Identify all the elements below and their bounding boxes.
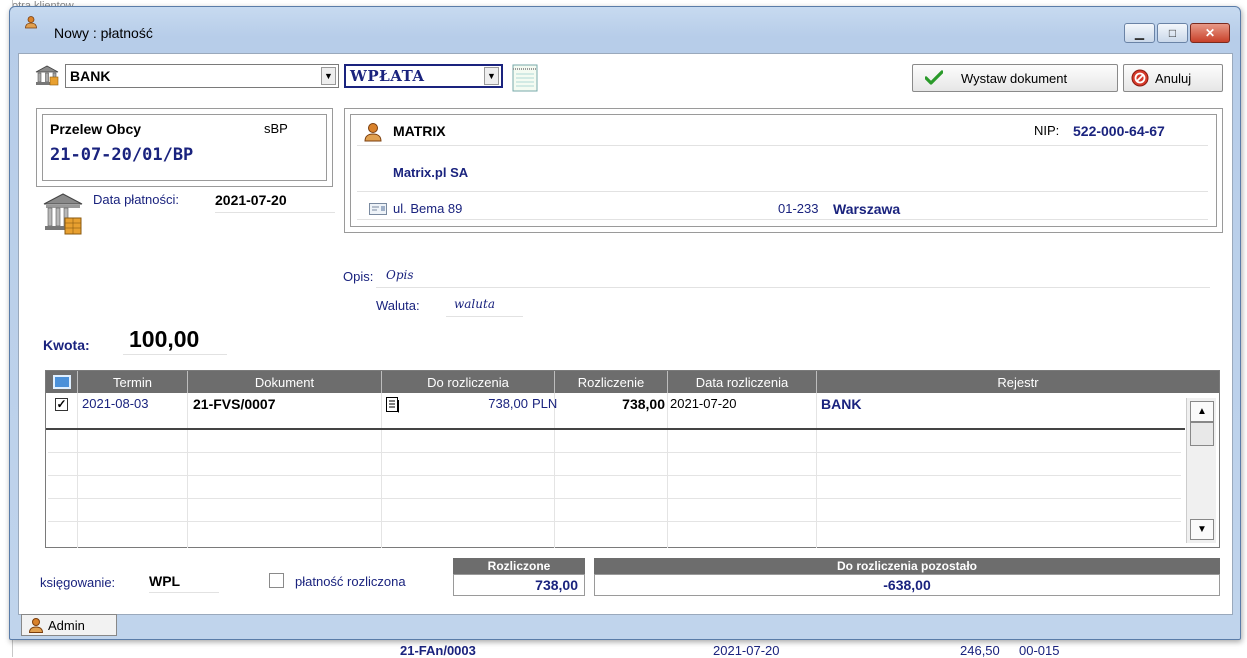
settlements-table: Termin Dokument Do rozliczenia Rozliczen… bbox=[45, 370, 1220, 548]
close-button[interactable]: ✕ bbox=[1190, 23, 1230, 43]
street-field[interactable]: ul. Bema 89 bbox=[393, 201, 462, 216]
row-data-rozliczenia: 2021-07-20 bbox=[670, 396, 737, 411]
column-header-rozliczenie[interactable]: Rozliczenie bbox=[555, 371, 668, 393]
cancel-button[interactable]: Anuluj bbox=[1123, 64, 1223, 92]
contractor-full-name[interactable]: Matrix.pl SA bbox=[393, 165, 468, 180]
issue-document-label: Wystaw dokument bbox=[961, 70, 1068, 86]
account-select-value: BANK bbox=[70, 68, 111, 84]
row-rejestr: BANK bbox=[821, 396, 862, 412]
contractor-panel: MATRIX NIP: 522-000-64-67 Matrix.pl SA u… bbox=[344, 108, 1223, 233]
cancel-label: Anuluj bbox=[1155, 70, 1192, 86]
background-code: 00-015 bbox=[1019, 643, 1060, 658]
user-label: Admin bbox=[48, 617, 85, 633]
issue-document-button[interactable]: Wystaw dokument bbox=[912, 64, 1118, 92]
document-number-panel: Przelew Obcy sBP 21-07-20/01/BP bbox=[36, 108, 333, 187]
payment-date-field[interactable]: 2021-07-20 bbox=[215, 192, 335, 213]
cancel-icon bbox=[1131, 69, 1149, 87]
column-header-rejestr[interactable]: Rejestr bbox=[817, 371, 1219, 393]
document-number-box: Przelew Obcy sBP 21-07-20/01/BP bbox=[42, 114, 327, 181]
payment-date-label: Data płatności: bbox=[93, 192, 179, 207]
currency-label: Waluta: bbox=[376, 298, 420, 313]
address-card-icon bbox=[369, 203, 387, 215]
postcode-field[interactable]: 01-233 bbox=[778, 201, 818, 216]
user-icon bbox=[25, 16, 37, 29]
window-title: Nowy : płatność bbox=[54, 25, 153, 41]
divider bbox=[357, 191, 1208, 192]
table-scrollbar[interactable]: ▲ ▼ bbox=[1186, 398, 1216, 543]
city-field[interactable]: Warszawa bbox=[833, 201, 900, 217]
contractor-icon bbox=[364, 123, 382, 142]
document-series: sBP bbox=[264, 121, 288, 136]
row-separator bbox=[46, 428, 1185, 430]
column-header-termin[interactable]: Termin bbox=[78, 371, 188, 393]
maximize-button[interactable]: □ bbox=[1157, 23, 1188, 43]
row-checkbox[interactable]: ✓ bbox=[55, 398, 68, 411]
grid-line bbox=[48, 521, 1181, 522]
column-header-dokument[interactable]: Dokument bbox=[188, 371, 382, 393]
status-bar: Admin bbox=[18, 614, 1231, 638]
description-placeholder: Opis bbox=[386, 268, 414, 282]
background-doc-number: 21-FAn/0003 bbox=[400, 643, 476, 658]
divider bbox=[357, 145, 1208, 146]
background-amount: 246,50 bbox=[960, 643, 1000, 658]
document-type-label: Przelew Obcy bbox=[50, 121, 142, 137]
scroll-up-arrow-icon[interactable]: ▲ bbox=[1190, 401, 1214, 422]
chevron-down-icon[interactable]: ▼ bbox=[321, 67, 336, 85]
grid-line bbox=[48, 452, 1181, 453]
row-dokument: 21-FVS/0007 bbox=[193, 396, 276, 412]
user-icon bbox=[28, 618, 44, 633]
posting-field[interactable]: WPL bbox=[149, 573, 219, 593]
window-content: BANK ▼ WPŁATA ▼ Wystaw dokument Anuluj P… bbox=[18, 53, 1233, 615]
settled-checkbox[interactable] bbox=[269, 573, 284, 588]
grid-line bbox=[48, 475, 1181, 476]
scroll-down-arrow-icon[interactable]: ▼ bbox=[1190, 519, 1214, 540]
contractor-short-name[interactable]: MATRIX bbox=[393, 123, 446, 139]
scroll-thumb[interactable] bbox=[1190, 422, 1214, 446]
minimize-button[interactable]: ▁ bbox=[1124, 23, 1155, 43]
document-preview-icon[interactable] bbox=[386, 397, 400, 413]
payment-window: Nowy : płatność ▁ □ ✕ BANK ▼ WPŁATA ▼ Wy… bbox=[9, 6, 1241, 640]
contractor-box: MATRIX NIP: 522-000-64-67 Matrix.pl SA u… bbox=[350, 114, 1217, 227]
currency-placeholder: waluta bbox=[454, 297, 495, 311]
posting-label: księgowanie: bbox=[40, 575, 116, 590]
row-termin: 2021-08-03 bbox=[82, 396, 149, 411]
row-do-rozliczenia: 738,00 bbox=[488, 396, 528, 411]
divider bbox=[357, 219, 1208, 220]
remaining-header: Do rozliczenia pozostało bbox=[594, 558, 1220, 574]
remaining-value: -638,00 bbox=[594, 574, 1220, 596]
grid-line bbox=[48, 498, 1181, 499]
payment-type-select[interactable]: WPŁATA ▼ bbox=[344, 64, 503, 88]
account-select[interactable]: BANK ▼ bbox=[65, 64, 339, 88]
nip-label: NIP: bbox=[1034, 123, 1060, 138]
row-rozliczenie[interactable]: 738,00 bbox=[558, 394, 665, 414]
bank-icon bbox=[35, 65, 59, 86]
settled-checkbox-label[interactable]: płatność rozliczona bbox=[295, 574, 406, 589]
select-all-header[interactable] bbox=[46, 371, 78, 393]
checkmark-icon bbox=[925, 70, 943, 85]
table-row[interactable]: ✓ 2021-08-03 21-FVS/0007 738,00 PLN 738,… bbox=[46, 393, 1185, 428]
column-header-data-rozliczenia[interactable]: Data rozliczenia bbox=[668, 371, 817, 393]
nip-value[interactable]: 522-000-64-67 bbox=[1073, 123, 1165, 139]
notes-icon[interactable] bbox=[511, 63, 539, 93]
chevron-down-icon[interactable]: ▼ bbox=[484, 67, 499, 85]
payment-type-value: WPŁATA bbox=[350, 67, 425, 85]
description-label: Opis: bbox=[343, 269, 374, 284]
amount-field[interactable]: 100,00 bbox=[123, 323, 227, 355]
row-currency: PLN bbox=[532, 396, 558, 411]
currency-input[interactable]: waluta bbox=[446, 296, 523, 317]
settled-value: 738,00 bbox=[453, 574, 585, 596]
document-number[interactable]: 21-07-20/01/BP bbox=[50, 145, 193, 165]
settled-header: Rozliczone bbox=[453, 558, 585, 574]
bank-building-icon bbox=[43, 193, 83, 235]
user-button[interactable]: Admin bbox=[21, 614, 117, 636]
amount-label: Kwota: bbox=[43, 337, 90, 353]
description-input[interactable]: Opis bbox=[376, 267, 1210, 288]
column-header-do-rozliczenia[interactable]: Do rozliczenia bbox=[382, 371, 555, 393]
background-date: 2021-07-20 bbox=[713, 643, 780, 658]
select-all-icon bbox=[52, 375, 71, 389]
title-bar[interactable]: Nowy : płatność ▁ □ ✕ bbox=[10, 7, 1240, 53]
